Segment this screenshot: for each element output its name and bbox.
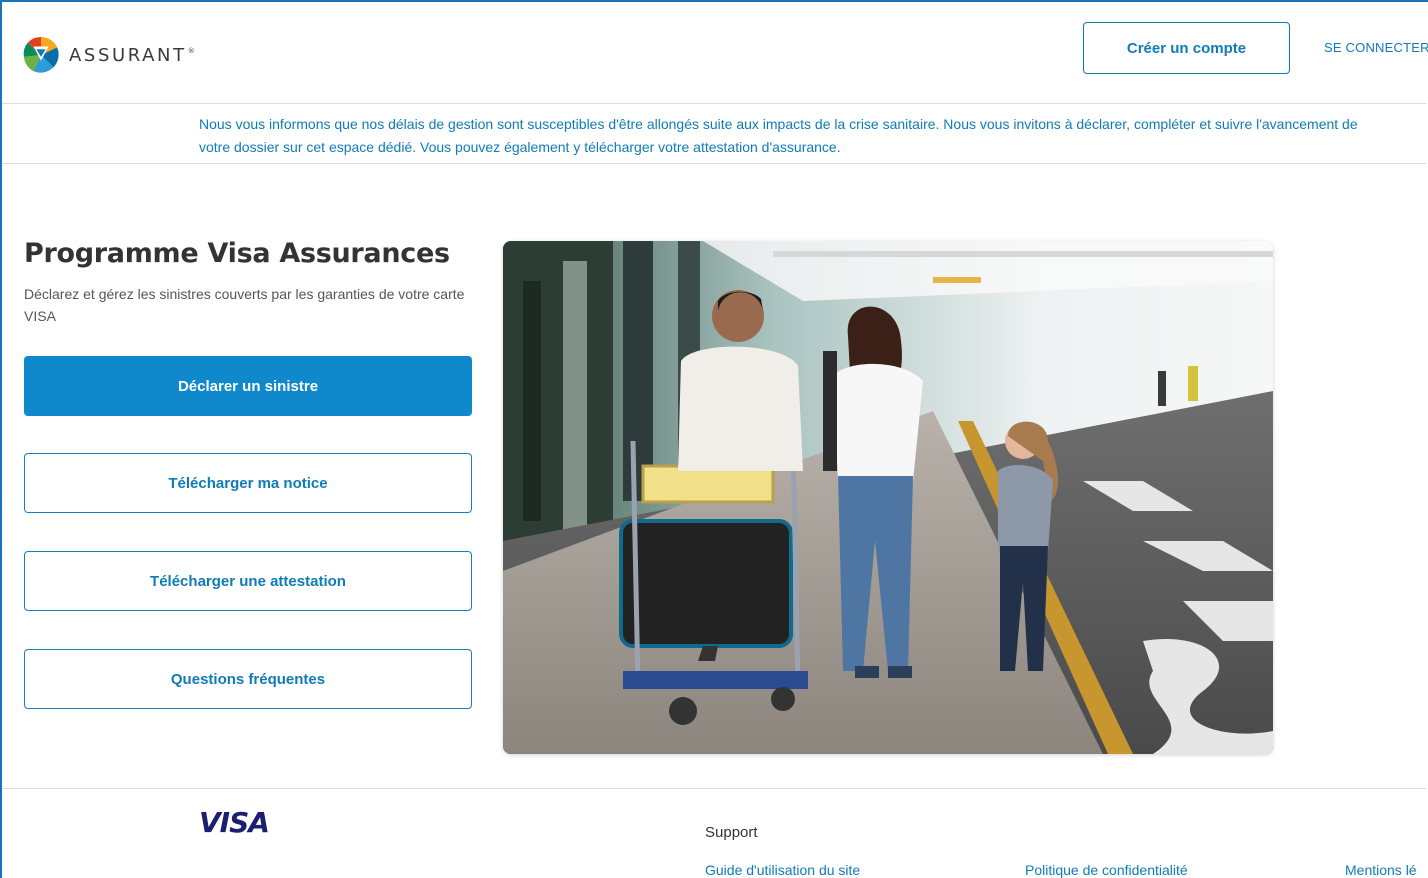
- visa-logo: VISA: [199, 806, 270, 839]
- page-subtitle: Déclarez et gérez les sinistres couverts…: [24, 286, 465, 324]
- declare-claim-button[interactable]: Déclarer un sinistre: [24, 356, 472, 416]
- footer-link-user-guide[interactable]: Guide d'utilisation du site: [705, 862, 860, 878]
- notice-banner: Nous vous informons que nos délais de ge…: [2, 104, 1426, 164]
- support-heading: Support: [705, 824, 758, 841]
- footer-link-legal-notice[interactable]: Mentions lé: [1345, 862, 1417, 878]
- faq-button[interactable]: Questions fréquentes: [24, 649, 472, 709]
- logo-text: ASSURANT®: [69, 44, 195, 66]
- assurant-logo[interactable]: ASSURANT®: [22, 36, 195, 74]
- site-header: ASSURANT® Créer un compte SE CONNECTER: [2, 2, 1428, 104]
- hero-image: [503, 241, 1273, 754]
- notice-text: Nous vous informons que nos délais de ge…: [199, 116, 1358, 155]
- footer-link-privacy-policy[interactable]: Politique de confidentialité: [1025, 862, 1188, 878]
- login-link[interactable]: SE CONNECTER: [1324, 40, 1428, 55]
- family-airport-photo-icon: [503, 241, 1273, 754]
- assurant-logo-icon: [22, 36, 60, 74]
- download-certificate-button[interactable]: Télécharger une attestation: [24, 551, 472, 611]
- download-notice-button[interactable]: Télécharger ma notice: [24, 453, 472, 513]
- page-title: Programme Visa Assurances: [24, 238, 450, 269]
- create-account-button[interactable]: Créer un compte: [1083, 22, 1290, 74]
